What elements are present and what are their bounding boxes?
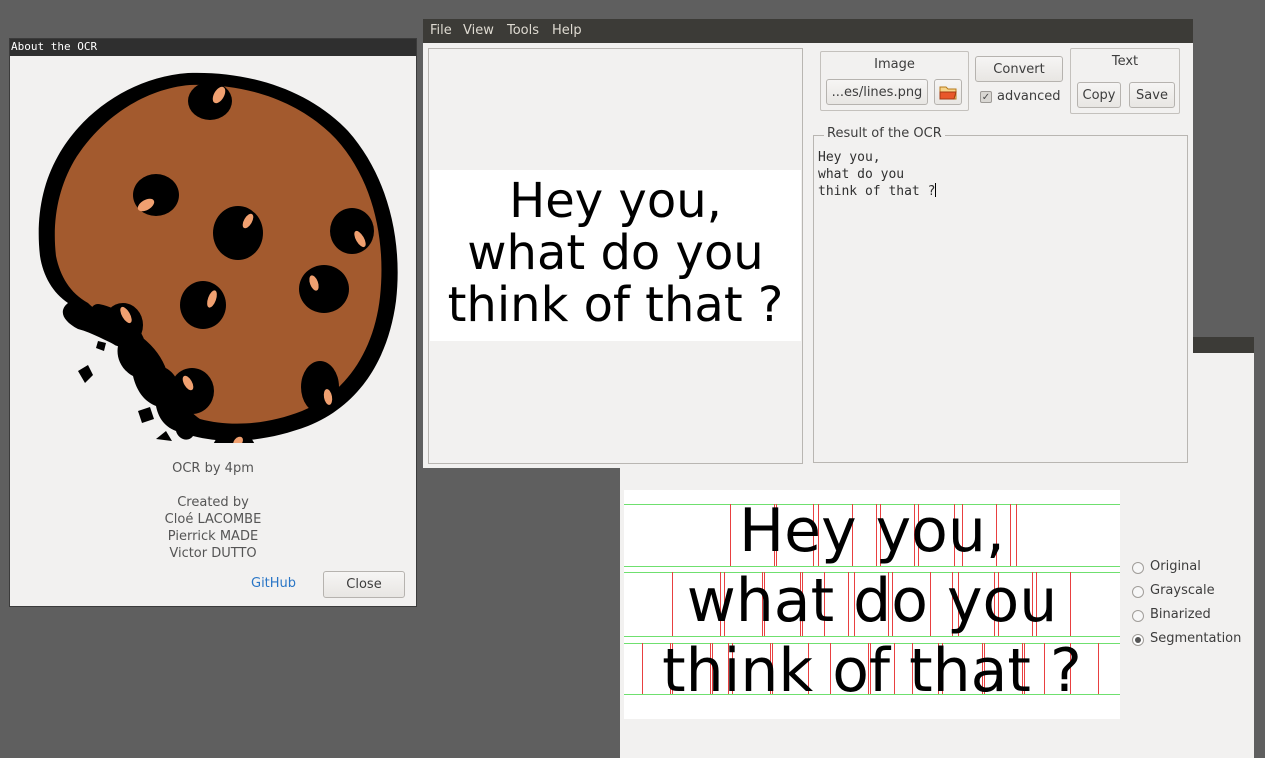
radio-segmentation[interactable]: [1132, 634, 1144, 646]
text-group-label: Text: [1111, 54, 1139, 69]
advanced-checkbox[interactable]: ✓: [980, 91, 992, 103]
folder-open-icon: [939, 86, 957, 100]
segmented-line-3: think of that ?: [662, 636, 1082, 706]
github-link[interactable]: GitHub: [251, 576, 296, 591]
radio-grayscale[interactable]: [1132, 586, 1144, 598]
result-line-1: Hey you,: [818, 150, 881, 165]
menubar: File View Tools Help: [423, 19, 1193, 43]
ocr-main-window: File View Tools Help Hey you, what do yo…: [423, 19, 1193, 468]
segmentation-image: Hey you, what do you think of that ?: [624, 490, 1120, 719]
menu-help[interactable]: Help: [552, 23, 582, 38]
image-group-label: Image: [874, 57, 915, 72]
checkmark-icon: ✓: [981, 92, 991, 103]
radio-original[interactable]: [1132, 562, 1144, 574]
about-author-2: Pierrick MADE: [167, 529, 259, 544]
result-textarea[interactable]: Hey you, what do you think of that ?: [818, 149, 1178, 200]
menu-file[interactable]: File: [430, 23, 452, 38]
open-file-button[interactable]: [934, 79, 962, 105]
cookie-logo: [38, 72, 398, 443]
segmented-line-2: what do you: [686, 566, 1058, 636]
radio-segmentation-label[interactable]: Segmentation: [1150, 631, 1241, 646]
radio-binarized[interactable]: [1132, 610, 1144, 622]
about-dialog: About the OCR OCR by 4pm Created by Cloé…: [9, 38, 417, 607]
about-created-by: Created by: [177, 495, 249, 510]
preview-image: Hey you, what do you think of that ?: [430, 170, 801, 341]
save-button[interactable]: Save: [1129, 82, 1175, 108]
about-titlebar[interactable]: About the OCR: [10, 39, 416, 56]
advanced-label[interactable]: advanced: [997, 89, 1061, 104]
about-app-name: OCR by 4pm: [172, 461, 254, 476]
preview-line-3: think of that ?: [447, 277, 784, 333]
copy-button[interactable]: Copy: [1077, 82, 1121, 108]
radio-binarized-label[interactable]: Binarized: [1150, 607, 1211, 622]
menu-view[interactable]: View: [463, 23, 494, 38]
radio-original-label[interactable]: Original: [1150, 559, 1201, 574]
image-preview: Hey you, what do you think of that ?: [428, 48, 803, 464]
image-file-chooser[interactable]: ...es/lines.png: [826, 79, 928, 105]
preview-line-2: what do you: [467, 225, 764, 281]
convert-button[interactable]: Convert: [975, 56, 1063, 82]
segmented-line-1: Hey you,: [739, 496, 1005, 566]
preview-line-1: Hey you,: [509, 173, 722, 229]
result-line-3: think of that ?: [818, 184, 936, 199]
radio-grayscale-label[interactable]: Grayscale: [1150, 583, 1215, 598]
menu-tools[interactable]: Tools: [507, 23, 539, 38]
text-caret: [935, 183, 937, 197]
result-label: Result of the OCR: [824, 126, 945, 141]
close-button[interactable]: Close: [323, 571, 405, 598]
result-line-2: what do you: [818, 167, 905, 182]
about-author-1: Cloé LACOMBE: [164, 512, 262, 527]
segmentation-titlebar[interactable]: [1193, 337, 1254, 353]
about-author-3: Victor DUTTO: [169, 546, 257, 561]
